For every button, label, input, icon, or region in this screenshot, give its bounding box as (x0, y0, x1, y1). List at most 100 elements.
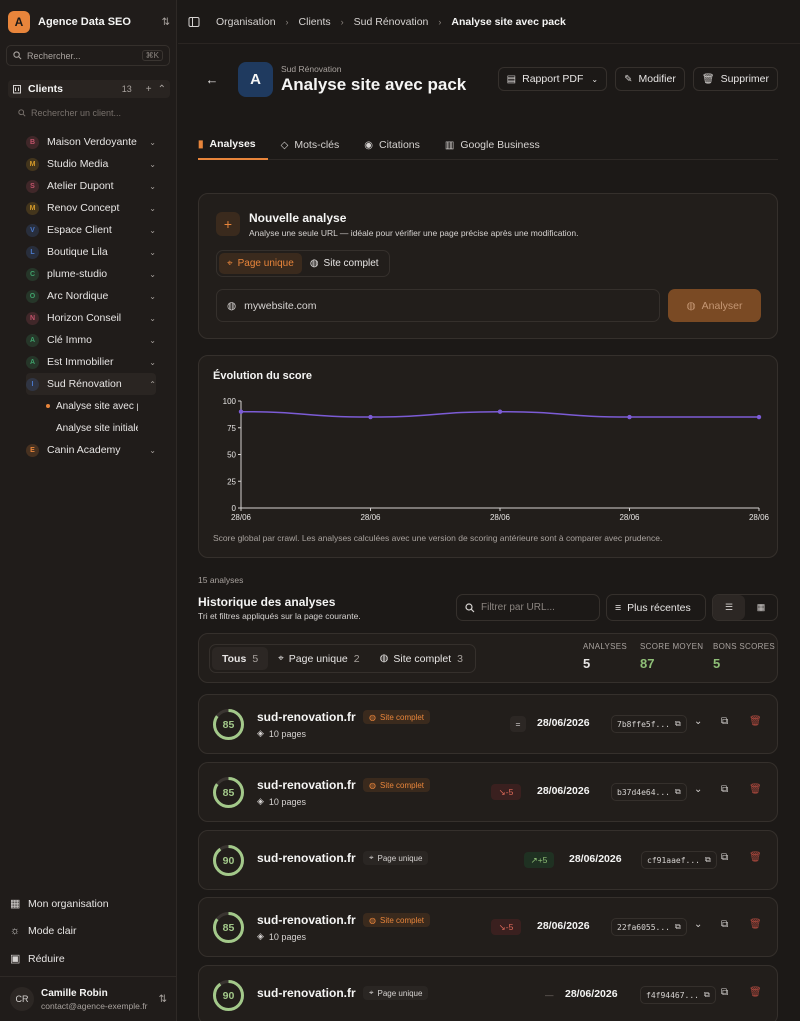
edit-button[interactable]: ✎ Modifier (615, 67, 685, 91)
chevron-down-icon[interactable]: ⌄ (149, 204, 156, 213)
sort-dropdown[interactable]: ≡ Plus récentes (606, 594, 706, 621)
chevron-down-icon[interactable]: ⌄ (149, 336, 156, 345)
analysis-row[interactable]: 90 sud-renovation.fr ⌖ Page unique ↗ +5 28/06… (198, 830, 778, 890)
trash-icon[interactable]: 🗑 (749, 987, 762, 998)
mode-full-site[interactable]: ◍ Site complet (302, 253, 387, 274)
row-hash[interactable]: cf91aaef... ⧉ (641, 851, 717, 869)
pdf-report-button[interactable]: ▤ Rapport PDF ⌄ (497, 67, 608, 91)
tab-google-business[interactable]: ▥ Google Business (445, 130, 552, 160)
sidebar-client-item[interactable]: L Boutique Lila ⌄ (26, 241, 156, 263)
row-hash[interactable]: f4f94467... ⧉ (640, 986, 716, 1004)
sidebar-client-item[interactable]: I Sud Rénovation ⌃ (26, 373, 156, 395)
new-analysis-title: Nouvelle analyse (249, 211, 347, 225)
back-button[interactable]: ← (198, 65, 226, 93)
copy-icon[interactable]: ⧉ (675, 787, 681, 797)
row-hash[interactable]: b37d4e64... ⧉ (611, 783, 687, 801)
search-icon (465, 602, 475, 612)
url-filter-input[interactable]: Filtrer par URL... (456, 594, 600, 621)
chevron-down-icon[interactable]: ⌄ (694, 784, 702, 795)
external-link-icon[interactable]: ⧉ (721, 919, 728, 930)
collapse-label: Réduire (28, 952, 65, 965)
chevron-down-icon[interactable]: ⌄ (694, 716, 702, 727)
sidebar-client-item[interactable]: V Espace Client ⌄ (26, 219, 156, 241)
copy-icon[interactable]: ⧉ (675, 719, 681, 729)
copy-icon[interactable]: ⧉ (705, 855, 711, 865)
chevron-down-icon[interactable]: ⌄ (149, 270, 156, 279)
sidebar-client-item[interactable]: M Studio Media ⌄ (26, 153, 156, 175)
filter-single-page[interactable]: ⌖ Page unique 2 (268, 647, 369, 670)
chevron-down-icon[interactable]: ⌄ (149, 358, 156, 367)
delete-button[interactable]: 🗑 Supprimer (692, 67, 778, 91)
sidebar-client-item[interactable]: E Canin Academy ⌄ (26, 439, 156, 461)
tab-keywords[interactable]: ◇ Mots-clés (281, 130, 352, 160)
grid-view-icon[interactable]: ▦ (745, 595, 777, 620)
add-client-icon[interactable]: + (146, 84, 152, 95)
chevron-up-icon[interactable]: ⌃ (158, 84, 166, 95)
mode-single-page[interactable]: ⌖ Page unique (219, 253, 302, 274)
chevron-down-icon[interactable]: ⌄ (149, 292, 156, 301)
user-menu[interactable]: CR Camille Robin contact@agence-exemple.… (0, 976, 177, 1021)
external-link-icon[interactable]: ⧉ (721, 716, 728, 727)
external-link-icon[interactable]: ⧉ (721, 987, 728, 998)
sidebar-client-item[interactable]: N Horizon Conseil ⌄ (26, 307, 156, 329)
page-header: ← A Sud Rénovation Analyse site avec pac… (198, 61, 778, 97)
sidebar-client-item[interactable]: S Atelier Dupont ⌄ (26, 175, 156, 197)
sidebar-client-item[interactable]: B Maison Verdoyante ⌄ (26, 131, 156, 153)
chevron-down-icon[interactable]: ⌄ (149, 248, 156, 257)
analyze-button[interactable]: ◍ Analyser (668, 289, 761, 322)
chevron-up-icon[interactable]: ⌃ (149, 380, 156, 389)
analysis-row[interactable]: 90 sud-renovation.fr ⌖ Page unique — 28/06/20… (198, 965, 778, 1021)
score-value: 90 (222, 989, 235, 1002)
nav-my-organization[interactable]: ▦ Mon organisation (10, 897, 170, 911)
sidebar-client-item[interactable]: Cplume-studio ⌄ (26, 263, 156, 285)
client-search-input[interactable]: Rechercher un client... (18, 108, 121, 118)
score-delta-badge: ↘ -5 (491, 784, 521, 800)
collapse-sidebar-button[interactable]: ▣ Réduire (10, 952, 170, 966)
analysis-row[interactable]: 85 sud-renovation.fr ◍ Site complet ◈ 10 page… (198, 897, 778, 957)
chevron-down-icon[interactable]: ⌄ (149, 160, 156, 169)
sidebar-client-item[interactable]: A Clé Immo ⌄ (26, 329, 156, 351)
theme-toggle[interactable]: ☼ Mode clair (10, 925, 170, 937)
layers-icon: ◈ (257, 728, 264, 738)
sidebar-client-item[interactable]: M Renov Concept ⌄ (26, 197, 156, 219)
breadcrumb-clients[interactable]: Clients (299, 16, 331, 28)
chevron-down-icon[interactable]: ⌄ (149, 138, 156, 147)
chevron-down-icon[interactable]: ⌄ (149, 182, 156, 191)
sidebar-toggle-icon[interactable] (188, 16, 200, 28)
arrow-left-icon: ← (205, 71, 219, 87)
sidebar-project-item[interactable]: Analyse site avec pack (26, 395, 156, 417)
org-switcher[interactable]: A Agence Data SEO ⇅ (8, 10, 170, 34)
chevron-down-icon[interactable]: ⌄ (149, 314, 156, 323)
breadcrumb-organisation[interactable]: Organisation (216, 16, 276, 28)
row-hash[interactable]: 7b8ffe5f... ⧉ (611, 715, 687, 733)
global-search[interactable]: Rechercher... ⌘K (6, 45, 170, 66)
row-hash[interactable]: 22fa6055... ⧉ (611, 918, 687, 936)
external-link-icon[interactable]: ⧉ (721, 784, 728, 795)
row-pages: ◈ 10 pages (257, 728, 306, 739)
copy-icon[interactable]: ⧉ (704, 990, 710, 1000)
copy-icon[interactable]: ⧉ (675, 922, 681, 932)
chevron-down-icon[interactable]: ⌄ (149, 226, 156, 235)
external-link-icon[interactable]: ⧉ (721, 852, 728, 863)
trash-icon[interactable]: 🗑 (749, 784, 762, 795)
chevron-down-icon[interactable]: ⌄ (149, 446, 156, 455)
trash-icon[interactable]: 🗑 (749, 919, 762, 930)
sidebar-client-item[interactable]: O Arc Nordique ⌄ (26, 285, 156, 307)
analysis-row[interactable]: 85 sud-renovation.fr ◍ Site complet ◈ 10 page… (198, 694, 778, 754)
sidebar-client-item[interactable]: A Est Immobilier ⌄ (26, 351, 156, 373)
tab-citations[interactable]: ◉ Citations (364, 130, 432, 160)
row-date: 28/06/2026 (537, 785, 590, 797)
trash-icon[interactable]: 🗑 (749, 716, 762, 727)
analysis-row[interactable]: 85 sud-renovation.fr ◍ Site complet ◈ 10 page… (198, 762, 778, 822)
stat-analyses-value: 5 (583, 656, 591, 671)
filter-full-site[interactable]: ◍ Site complet 3 (370, 647, 473, 670)
sidebar-project-item[interactable]: Analyse site initiale (26, 417, 156, 439)
clients-section-header[interactable]: Clients 13 + ⌃ (8, 80, 170, 98)
trash-icon[interactable]: 🗑 (749, 852, 762, 863)
list-view-icon[interactable]: ☰ (713, 595, 745, 620)
chevron-down-icon[interactable]: ⌄ (694, 919, 702, 930)
breadcrumb-client[interactable]: Sud Rénovation (354, 16, 429, 28)
filter-all[interactable]: Tous 5 (212, 647, 269, 670)
tab-analyses[interactable]: ▮ Analyses (198, 130, 268, 160)
url-input[interactable]: ◍ mywebsite.com (216, 289, 660, 322)
